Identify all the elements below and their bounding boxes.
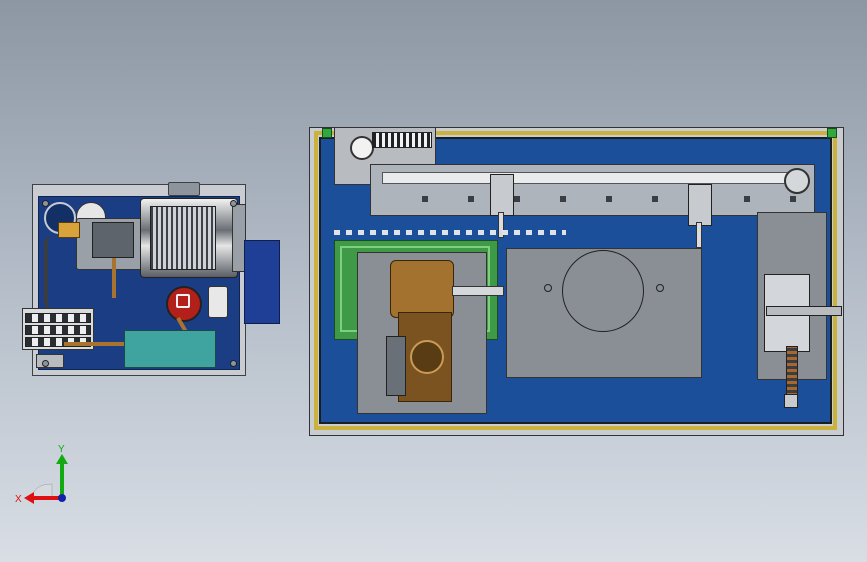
y-axis-label: Y (58, 444, 65, 455)
rail-carriage-left[interactable] (490, 174, 514, 216)
carriage-rod (696, 222, 702, 248)
clamp-bar (766, 306, 842, 316)
oil-level-gauge (208, 286, 228, 318)
x-axis-label: X (15, 494, 22, 505)
solenoid-valve (25, 313, 91, 323)
suction-hose (44, 236, 62, 310)
coordinate-triad-icon: Y X (15, 444, 68, 505)
mount-bolt (42, 200, 49, 207)
mount-bolt (42, 360, 49, 367)
mount-bolt (230, 360, 237, 367)
linear-guide-rail (382, 172, 804, 184)
pump-inlet-fitting (58, 222, 80, 238)
valve-manifold[interactable] (124, 330, 216, 368)
rail-mounting-holes (382, 196, 802, 202)
motor-cooling-fins (150, 206, 216, 270)
terminal-strip (372, 132, 432, 148)
control-knob[interactable] (350, 136, 374, 160)
manifold-hose (64, 342, 124, 346)
drip-tray (36, 354, 64, 368)
y-axis-head (56, 454, 68, 464)
gearbox-housing[interactable] (390, 260, 454, 318)
platform-hole (544, 284, 552, 292)
pressure-hose (112, 258, 116, 298)
cylinder-tip (784, 394, 798, 408)
emergency-stop-symbol (176, 294, 190, 308)
rail-carriage-right[interactable] (688, 184, 712, 226)
corner-block (322, 128, 332, 138)
z-axis-origin (58, 494, 66, 502)
platform-hole (656, 284, 664, 292)
gearbox-motor-flange (386, 336, 406, 396)
rotary-disc[interactable] (562, 250, 644, 332)
solenoid-valve (25, 325, 91, 335)
drive-shaft (452, 286, 504, 296)
x-axis-head (24, 492, 34, 504)
pulley-icon (784, 168, 810, 194)
corner-block (827, 128, 837, 138)
motor-terminal-box (244, 240, 280, 324)
triad-plane (31, 483, 53, 499)
output-flange (410, 340, 444, 374)
mount-bolt (230, 200, 237, 207)
lifting-handle (168, 182, 200, 196)
dashed-guide-line (334, 230, 566, 235)
pump-coupler (92, 222, 134, 258)
